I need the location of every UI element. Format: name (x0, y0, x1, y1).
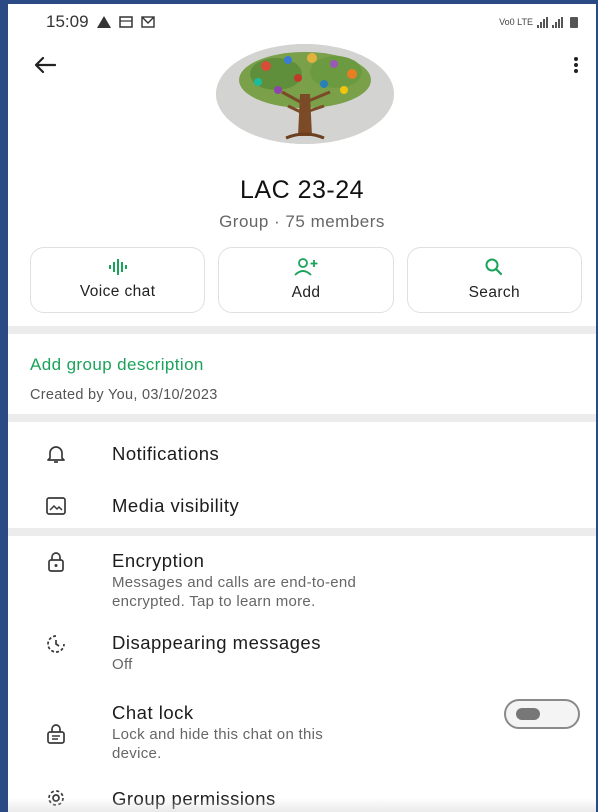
back-button[interactable] (30, 50, 60, 80)
disappearing-messages-value: Off (112, 656, 133, 673)
chat-lock-toggle[interactable] (504, 699, 580, 729)
search-icon (485, 258, 503, 276)
status-left: 15:09 (46, 12, 155, 32)
battery-icon (570, 16, 578, 28)
group-avatar[interactable] (216, 44, 394, 144)
action-buttons: Voice chat Add Search (30, 247, 582, 313)
notifications-label: Notifications (112, 443, 220, 464)
encryption-description-line2: encrypted. Tap to learn more. (112, 593, 316, 610)
voice-waveform-icon (108, 259, 127, 275)
tree-illustration-icon (216, 44, 394, 144)
add-person-icon (294, 258, 318, 276)
chat-lock-description-line1: Lock and hide this chat on this (112, 726, 324, 743)
disappearing-messages-label: Disappearing messages (112, 632, 321, 653)
more-vertical-icon (574, 57, 578, 73)
alert-triangle-icon (96, 16, 111, 28)
chat-lock-description-line2: device. (112, 745, 162, 762)
encryption-description-line1: Messages and calls are end-to-end (112, 574, 357, 591)
disappearing-messages-row[interactable]: Disappearing messages Off (8, 628, 596, 678)
add-label: Add (291, 284, 321, 301)
add-member-button[interactable]: Add (218, 247, 394, 313)
network-label: Vo0 LTE (499, 17, 533, 27)
media-visibility-label: Media visibility (112, 495, 240, 516)
bottom-fade (8, 798, 596, 812)
status-right: Vo0 LTE (499, 16, 578, 28)
created-by-text: Created by You, 03/10/2023 (30, 387, 218, 403)
bell-icon (44, 442, 68, 466)
add-group-description-link[interactable]: Add group description (30, 355, 204, 375)
chat-lock-icon (44, 722, 68, 746)
gallery-icon (118, 16, 133, 28)
status-bar: 15:09 Vo0 LTE (8, 4, 596, 40)
more-options-button[interactable] (564, 50, 588, 80)
notifications-row[interactable]: Notifications (8, 436, 596, 472)
section-divider (8, 414, 596, 422)
chat-lock-label: Chat lock (112, 702, 194, 723)
voice-chat-label: Voice chat (79, 283, 156, 300)
toggle-knob (516, 708, 540, 720)
signal-icon-2 (552, 16, 563, 28)
timer-icon (44, 632, 68, 656)
voice-chat-button[interactable]: Voice chat (30, 247, 206, 313)
search-button[interactable]: Search (406, 247, 582, 313)
media-visibility-row[interactable]: Media visibility (8, 488, 596, 524)
encryption-label: Encryption (112, 550, 205, 571)
group-member-info[interactable]: Group · 75 members (8, 212, 596, 232)
group-name: LAC 23-24 (239, 176, 365, 204)
image-icon (44, 494, 68, 518)
search-label: Search (468, 284, 521, 301)
signal-icon (537, 16, 548, 28)
back-arrow-icon (34, 56, 56, 74)
encryption-row[interactable]: Encryption Messages and calls are end-to… (8, 544, 596, 612)
lock-icon (44, 550, 68, 574)
section-divider (8, 528, 596, 536)
mail-icon (140, 16, 155, 28)
section-divider (8, 326, 596, 334)
status-time: 15:09 (46, 12, 89, 31)
group-info-screen: 15:09 Vo0 LTE LAC 23-24 Group · 75 membe… (8, 4, 596, 812)
